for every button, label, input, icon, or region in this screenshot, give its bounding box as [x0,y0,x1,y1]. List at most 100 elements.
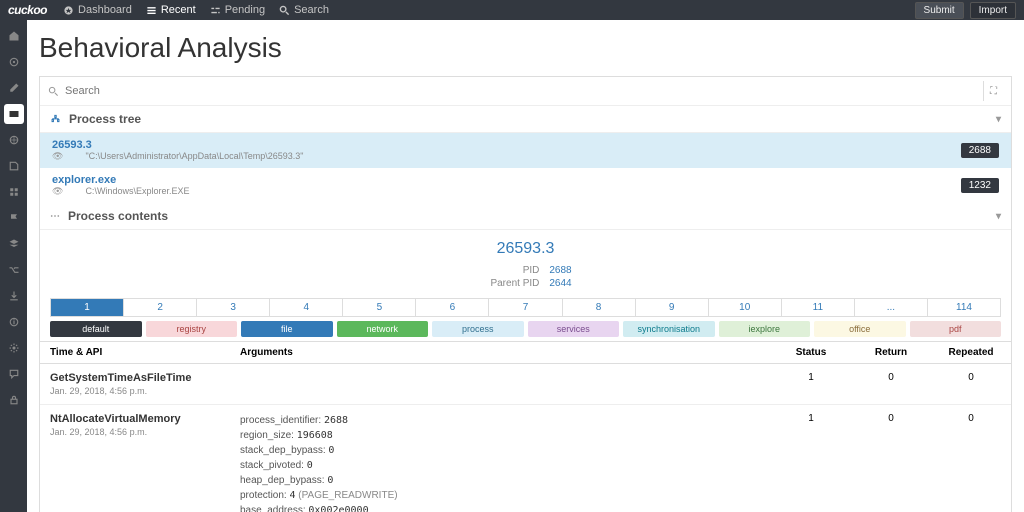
meta-row: PID2688 [40,264,1011,277]
filter-network[interactable]: network [337,321,429,337]
meta-container: PID2688Parent PID2644 [40,264,1011,290]
page-button[interactable]: 3 [197,298,270,317]
tree-row[interactable]: 26593.3👁"C:\Users\Administrator\AppData\… [40,133,1011,168]
sidebar-lock[interactable] [4,390,24,410]
import-button[interactable]: Import [970,2,1016,19]
flag-icon [8,212,20,224]
tree-row[interactable]: explorer.exe👁 C:\Windows\Explorer.EXE 1232 [40,168,1011,203]
page-button[interactable]: 5 [343,298,416,317]
sidebar-target[interactable] [4,52,24,72]
sidebar-globe[interactable] [4,130,24,150]
tree-path: "C:\Users\Administrator\AppData\Local\Te… [85,151,303,161]
comment-icon [8,368,20,380]
page-button[interactable]: 2 [124,298,197,317]
sidebar-shuffle[interactable] [4,260,24,280]
tree-path: C:\Windows\Explorer.EXE [85,186,189,196]
nav-links: Dashboard Recent Pending Search [59,4,333,16]
api-name: NtAllocateVirtualMemory [50,413,240,425]
pencil-icon [8,82,20,94]
logo[interactable]: cuckoo [8,3,47,17]
sidebar-comment[interactable] [4,364,24,384]
nav-right: Submit Import [915,2,1016,19]
sidebar-flag[interactable] [4,208,24,228]
download-icon [8,290,20,302]
page-button[interactable]: 9 [636,298,709,317]
sidebar [0,20,27,512]
nav-recent[interactable]: Recent [142,4,200,16]
page-button[interactable]: 7 [489,298,562,317]
panel: ⛶ Process tree ▾ 26593.3👁"C:\Users\Admin… [39,76,1012,512]
shuffle-icon [8,264,20,276]
expand-button[interactable]: ⛶ [983,81,1003,101]
page-button[interactable]: 4 [270,298,343,317]
page-button[interactable]: 1 [50,298,124,317]
page-button[interactable]: 114 [928,298,1001,317]
submit-button[interactable]: Submit [915,2,964,19]
api-time: Jan. 29, 2018, 4:56 p.m. [50,386,240,396]
nav-search[interactable]: Search [275,4,333,16]
table-row: NtAllocateVirtualMemory Jan. 29, 2018, 4:… [40,405,1011,512]
gear-icon [8,342,20,354]
dashboard-icon [63,5,74,16]
api-time: Jan. 29, 2018, 4:56 p.m. [50,427,240,437]
top-nav: cuckoo Dashboard Recent Pending Search S… [0,0,1024,20]
lock-icon [8,394,20,406]
sidebar-info[interactable] [4,312,24,332]
sidebar-edit[interactable] [4,78,24,98]
target-icon [8,56,20,68]
list-icon [146,5,157,16]
home-icon [8,30,20,42]
activity-icon [8,108,20,120]
nav-dashboard[interactable]: Dashboard [59,4,136,16]
page-button[interactable]: 6 [416,298,489,317]
filter-synchronisation[interactable]: synchronisation [623,321,715,337]
pagination: 1234567891011...114 [50,298,1001,317]
table-row: GetSystemTimeAsFileTime Jan. 29, 2018, 4:… [40,364,1011,405]
files-icon [8,160,20,172]
page-title: Behavioral Analysis [39,32,1012,64]
sidebar-behavior[interactable] [4,104,24,124]
eye-icon: 👁 [52,151,63,161]
info-icon [8,316,20,328]
sidebar-home[interactable] [4,26,24,46]
table-header: Time & API Arguments Status Return Repea… [40,341,1011,364]
pid-badge: 1232 [961,178,999,193]
filter-file[interactable]: file [241,321,333,337]
chevron-down-icon: ▾ [996,114,1001,125]
contents-title: 26593.3 [40,230,1011,264]
sidebar-layers[interactable] [4,234,24,254]
filter-pdf[interactable]: pdf [910,321,1002,337]
tree-container: 26593.3👁"C:\Users\Administrator\AppData\… [40,133,1011,203]
process-tree-header[interactable]: Process tree ▾ [40,106,1011,133]
sidebar-files[interactable] [4,156,24,176]
process-contents-header[interactable]: ⋯ Process contents ▾ [40,203,1011,230]
filter-row: defaultregistryfilenetworkprocessservice… [50,321,1001,337]
page-button[interactable]: 10 [709,298,782,317]
page-button[interactable]: ... [855,298,928,317]
meta-row: Parent PID2644 [40,277,1011,290]
search-bar: ⛶ [40,77,1011,106]
page-button[interactable]: 11 [782,298,855,317]
main-content: Behavioral Analysis ⛶ Process tree ▾ 265… [27,20,1024,512]
api-name: GetSystemTimeAsFileTime [50,372,240,384]
sidebar-list2[interactable] [4,182,24,202]
filter-services[interactable]: services [528,321,620,337]
sidebar-settings[interactable] [4,338,24,358]
nav-pending[interactable]: Pending [206,4,269,16]
filter-office[interactable]: office [814,321,906,337]
sliders-icon [210,5,221,16]
filter-iexplore[interactable]: iexplore [719,321,811,337]
dots-icon: ⋯ [50,211,60,222]
page-button[interactable]: 8 [563,298,636,317]
search-icon [48,86,59,97]
table-body: GetSystemTimeAsFileTime Jan. 29, 2018, 4:… [40,364,1011,512]
eye-icon: 👁 [52,186,63,196]
globe-icon [8,134,20,146]
search-icon [279,5,290,16]
filter-process[interactable]: process [432,321,524,337]
filter-default[interactable]: default [50,321,142,337]
sidebar-download[interactable] [4,286,24,306]
search-input[interactable] [65,85,983,97]
filter-registry[interactable]: registry [146,321,238,337]
tree-name: explorer.exe [52,174,189,186]
